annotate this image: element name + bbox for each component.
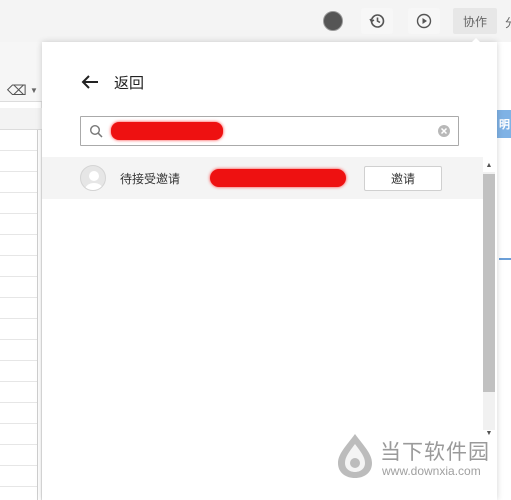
right-edge-button[interactable]: 明 xyxy=(497,110,511,138)
back-label: 返回 xyxy=(114,73,145,92)
top-bar: 协作 分 xyxy=(0,0,511,42)
clear-icon[interactable] xyxy=(437,124,451,138)
search-box[interactable] xyxy=(80,116,459,146)
sheet-header-row xyxy=(0,108,42,130)
invite-button[interactable]: 邀请 xyxy=(364,166,442,191)
redacted-name xyxy=(210,169,346,187)
play-icon xyxy=(416,13,432,29)
toolbar-edge-text[interactable]: 分 xyxy=(505,14,511,31)
collaborate-button[interactable]: 协作 xyxy=(453,8,497,34)
history-button[interactable] xyxy=(361,8,393,34)
scroll-up-arrow[interactable]: ▲ xyxy=(483,160,495,172)
collaboration-panel: 返回 待接受邀请 邀请 ▲ ▼ xyxy=(42,42,497,500)
popover-arrow xyxy=(468,38,484,46)
avatar xyxy=(80,165,106,191)
history-icon xyxy=(369,14,385,28)
back-button[interactable]: 返回 xyxy=(80,70,144,94)
watermark-logo-icon xyxy=(338,434,372,478)
redacted-search-text xyxy=(111,122,223,140)
search-icon xyxy=(89,124,103,138)
list-item: 待接受邀请 邀请 xyxy=(42,157,483,199)
right-edge-line xyxy=(499,258,511,260)
clear-format-icon[interactable]: ⌫ xyxy=(7,82,27,99)
arrow-left-icon xyxy=(80,72,100,92)
play-button[interactable] xyxy=(408,8,440,34)
watermark-url: www.downxia.com xyxy=(382,464,481,478)
chevron-down-icon[interactable]: ▼ xyxy=(30,86,38,95)
sheet-grid xyxy=(0,130,38,500)
scrollbar-thumb[interactable] xyxy=(483,174,495,392)
user-avatar[interactable] xyxy=(323,11,343,31)
invite-status-text: 待接受邀请 xyxy=(120,172,181,186)
watermark-title: 当下软件园 xyxy=(380,440,490,464)
